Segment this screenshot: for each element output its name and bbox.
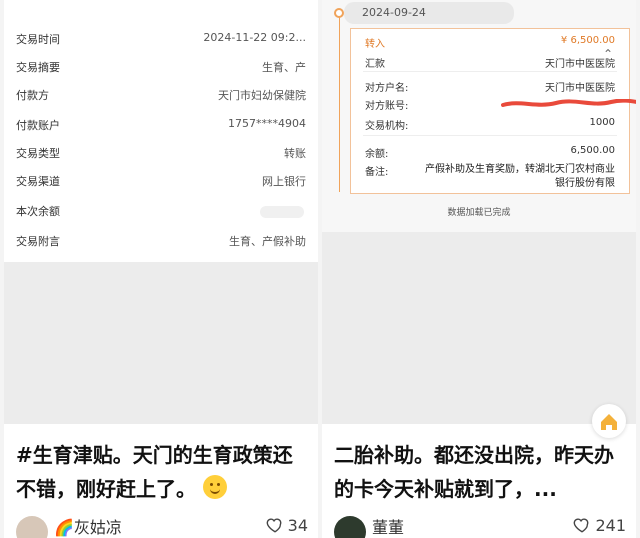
record-value: 生育、产 <box>262 61 306 74</box>
field-value: 1000 <box>589 117 615 128</box>
field-label: 余额: <box>365 149 389 160</box>
transaction-screenshot-left: 交易时间 2024-11-22 09:2... 交易摘要 生育、产 付款方 天门… <box>4 0 318 262</box>
home-icon[interactable] <box>592 404 626 438</box>
like-button[interactable]: 34 <box>266 516 308 535</box>
smile-emoji-icon <box>202 475 227 499</box>
remark-value: 产假补助及生育奖励，转湖北天门农村商业银行股份有限 <box>425 164 615 189</box>
record-value: 网上银行 <box>262 175 306 188</box>
transaction-detail-box: 转入 ¥ 6,500.00 ⌃ 汇款 天门市中医医院 对方户名: 天门市中医医院… <box>350 28 636 194</box>
record-label: 交易时间 <box>16 33 60 46</box>
author-row[interactable]: 🌈灰姑凉 34 <box>14 510 310 538</box>
divider <box>363 71 617 72</box>
divider <box>363 135 617 136</box>
avatar[interactable] <box>16 516 48 538</box>
post-caption[interactable]: 二胎补助。都还没出院，昨天办的卡今天补贴就到了，... <box>334 438 626 506</box>
record-label: 交易渠道 <box>16 175 60 188</box>
loaded-status-text: 数据加载已完成 <box>447 208 511 218</box>
field-row: 余额: 6,500.00 <box>351 143 629 161</box>
field-value: 6,500.00 <box>570 145 615 156</box>
field-row: 对方户名: 天门市中医医院 <box>351 77 629 95</box>
remark-row: 备注: 产假补助及生育奖励，转湖北天门农村商业银行股份有限 <box>351 161 629 191</box>
field-value: 天门市中医医院 <box>545 83 615 94</box>
avatar[interactable] <box>334 516 366 538</box>
like-count: 34 <box>287 516 308 535</box>
record-label: 交易摘要 <box>16 61 60 74</box>
incoming-row: 转入 ¥ 6,500.00 <box>351 33 629 51</box>
screenshot-bottom-area <box>4 262 318 424</box>
transfer-value: 天门市中医医院 <box>545 59 615 70</box>
record-value: 1757****4904 <box>228 117 306 130</box>
record-row: 交易类型 转账 <box>4 138 318 166</box>
record-row: 交易渠道 网上银行 <box>4 166 318 194</box>
home-icon-glyph <box>601 414 617 430</box>
transfer-row: 汇款 天门市中医医院 <box>351 53 629 71</box>
record-label: 本次余额 <box>16 205 60 218</box>
record-row: 本次余额 <box>4 196 318 224</box>
record-label: 付款账户 <box>16 119 60 132</box>
username[interactable]: 🌈灰姑凉 <box>54 514 122 538</box>
blur-mask <box>260 206 304 218</box>
left-post-card[interactable]: 交易时间 2024-11-22 09:2... 交易摘要 生育、产 付款方 天门… <box>4 0 318 538</box>
timeline-line <box>339 14 340 192</box>
record-value: 天门市妇幼保健院 <box>218 89 306 102</box>
right-post-card[interactable]: 2024-09-24 转入 ¥ 6,500.00 ⌃ 汇款 天门市中医医院 对方… <box>322 0 636 538</box>
incoming-amount: ¥ 6,500.00 <box>560 35 615 46</box>
redaction-scribble <box>501 99 636 107</box>
transaction-screenshot-right: 2024-09-24 转入 ¥ 6,500.00 ⌃ 汇款 天门市中医医院 对方… <box>322 0 636 424</box>
transfer-label: 汇款 <box>365 59 385 70</box>
record-value: 转账 <box>284 147 306 160</box>
field-row: 交易机构: 1000 <box>351 115 629 133</box>
record-value: 2024-11-22 09:2... <box>203 31 306 44</box>
record-label: 付款方 <box>16 89 49 102</box>
record-row: 付款账户 1757****4904 <box>4 110 318 138</box>
caption-text: #生育津贴。天门的生育政策还不错，刚好赶上了。 <box>16 443 293 501</box>
like-count: 241 <box>595 516 626 535</box>
record-row: 交易时间 2024-11-22 09:2... <box>4 24 318 52</box>
like-button[interactable]: 241 <box>573 516 626 535</box>
record-row: 交易附言 生育、产假补助 <box>4 226 318 254</box>
record-row: 付款方 天门市妇幼保健院 <box>4 80 318 108</box>
record-row: 交易摘要 生育、产 <box>4 52 318 80</box>
field-label: 对方账号: <box>365 101 409 112</box>
record-value: 生育、产假补助 <box>229 235 306 248</box>
incoming-label: 转入 <box>365 39 385 50</box>
remark-label: 备注: <box>365 167 389 178</box>
record-label: 交易类型 <box>16 147 60 160</box>
date-pill: 2024-09-24 <box>344 2 514 24</box>
heart-icon <box>266 518 282 533</box>
author-row[interactable]: 董董 241 <box>332 510 628 538</box>
field-label: 交易机构: <box>365 121 409 132</box>
username[interactable]: 董董 <box>372 514 404 538</box>
timeline-dot <box>334 8 344 18</box>
heart-icon <box>574 518 589 533</box>
post-caption[interactable]: #生育津贴。天门的生育政策还不错，刚好赶上了。 <box>16 438 308 506</box>
record-label: 交易附言 <box>16 235 60 248</box>
screenshot-top-area: 2024-09-24 转入 ¥ 6,500.00 ⌃ 汇款 天门市中医医院 对方… <box>322 0 636 232</box>
field-label: 对方户名: <box>365 83 409 94</box>
